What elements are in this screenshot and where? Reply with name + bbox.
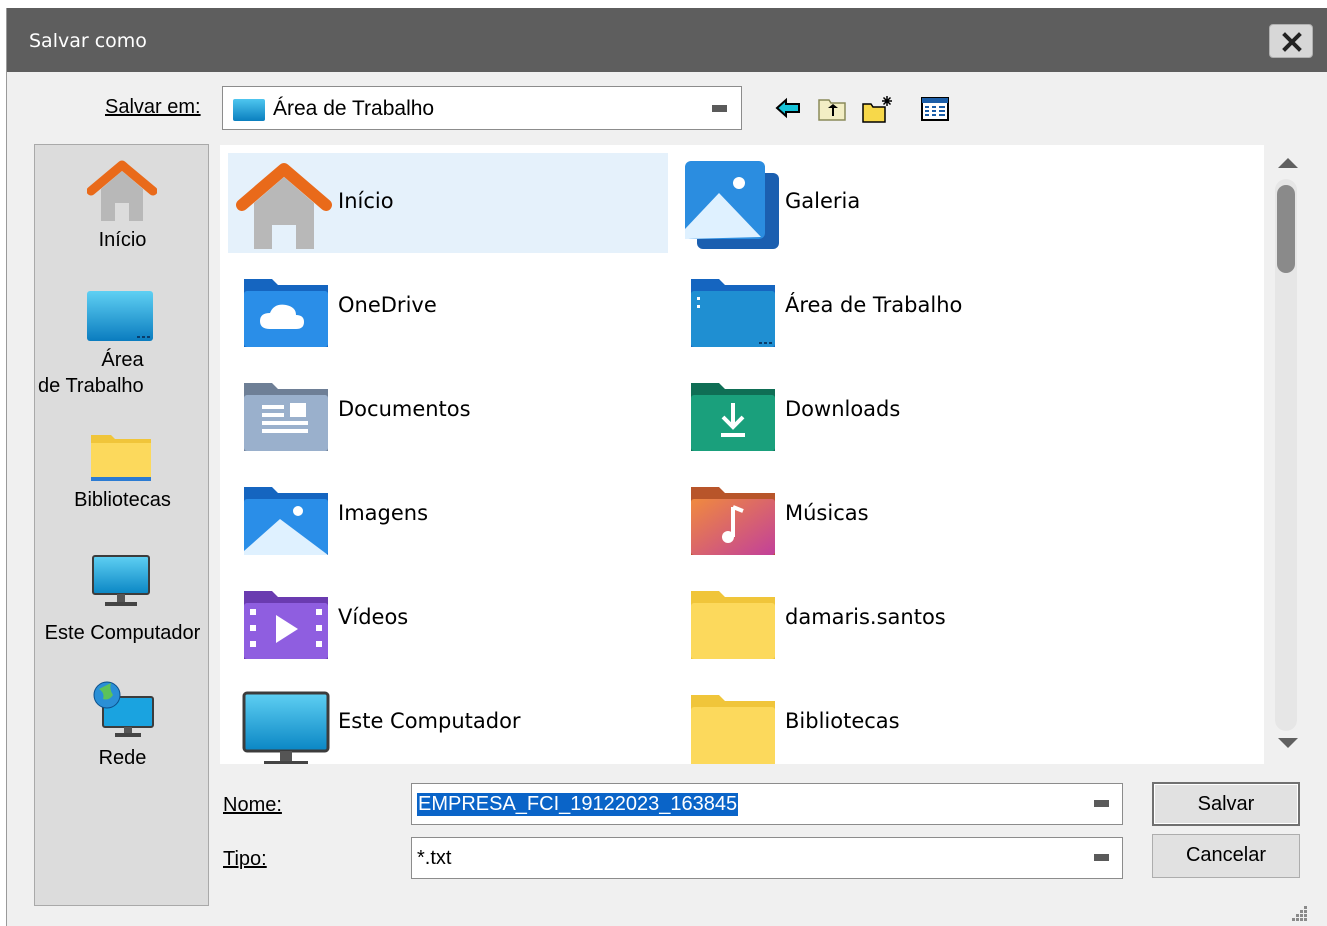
list-item[interactable]: Músicas xyxy=(675,465,1115,565)
scroll-thumb[interactable] xyxy=(1277,185,1295,273)
item-name: Documentos xyxy=(338,397,471,421)
list-item[interactable]: Downloads xyxy=(675,361,1115,461)
list-item[interactable]: Este Computador xyxy=(228,673,668,764)
type-label: Tipo: xyxy=(223,848,267,871)
item-name: OneDrive xyxy=(338,293,437,317)
location-dropdown[interactable]: Área de Trabalho xyxy=(222,86,742,130)
save-as-dialog: Salvar como Salvar em: Área de Trabalho xyxy=(6,8,1327,926)
places-bar: Início Área de Trabalho Bibliotecas Este… xyxy=(34,144,209,906)
place-libraries[interactable]: Bibliotecas xyxy=(35,427,210,527)
place-network[interactable]: Rede xyxy=(35,675,210,775)
up-folder-button[interactable] xyxy=(815,92,851,126)
save-in-label-text: Salvar em: xyxy=(105,96,201,118)
music-folder-icon xyxy=(691,487,775,555)
filetype-select[interactable]: *.txt xyxy=(411,837,1123,879)
onedrive-folder-icon xyxy=(244,279,328,347)
computer-icon xyxy=(242,691,330,764)
name-label: Nome: xyxy=(223,794,282,817)
item-name: Vídeos xyxy=(338,605,409,629)
folder-icon xyxy=(691,591,775,659)
list-item[interactable]: Imagens xyxy=(228,465,668,565)
cancel-button[interactable]: Cancelar xyxy=(1152,834,1300,878)
close-icon xyxy=(1282,32,1302,52)
place-desktop[interactable]: Área de Trabalho xyxy=(35,285,210,415)
chevron-down-icon[interactable] xyxy=(712,105,727,112)
file-list[interactable]: Início Galeria OneDrive Área de Trabalho… xyxy=(220,145,1264,764)
home-icon xyxy=(236,163,332,249)
desktop-icon xyxy=(233,99,265,121)
place-computer[interactable]: Este Computador xyxy=(35,550,210,660)
save-button[interactable]: Salvar xyxy=(1152,782,1300,826)
item-name: Este Computador xyxy=(338,709,521,733)
videos-folder-icon xyxy=(244,591,328,659)
item-name: Downloads xyxy=(785,397,901,421)
list-item[interactable]: Vídeos xyxy=(228,569,668,669)
list-item[interactable]: Início xyxy=(228,153,668,253)
new-folder-button[interactable] xyxy=(859,92,895,126)
list-item[interactable]: damaris.santos xyxy=(675,569,1115,669)
place-home-label: Início xyxy=(98,229,147,251)
place-computer-label: Este Computador xyxy=(44,622,201,644)
new-folder-icon xyxy=(862,96,892,123)
filename-input[interactable]: EMPRESA_FCI_19122023_163845 xyxy=(411,783,1123,825)
save-in-label: Salvar em: xyxy=(105,96,201,119)
computer-icon xyxy=(92,555,150,606)
item-name: damaris.santos xyxy=(785,605,946,629)
chevron-down-icon[interactable] xyxy=(1094,854,1109,861)
item-name: Bibliotecas xyxy=(785,709,900,733)
home-icon xyxy=(87,160,157,221)
name-label-text: Nome: xyxy=(223,794,282,816)
list-item[interactable]: Documentos xyxy=(228,361,668,461)
back-button[interactable] xyxy=(771,92,807,126)
gallery-icon xyxy=(685,161,779,249)
folder-up-icon xyxy=(818,99,846,121)
item-name: Galeria xyxy=(785,189,861,213)
view-menu-button[interactable] xyxy=(917,92,953,126)
downloads-folder-icon xyxy=(691,383,775,451)
item-name: Área de Trabalho xyxy=(785,293,963,317)
place-network-label: Rede xyxy=(98,747,147,769)
desktop-folder-icon xyxy=(691,279,775,347)
location-value: Área de Trabalho xyxy=(273,97,435,120)
place-desktop-label-line1: Área xyxy=(101,349,144,371)
title-bar[interactable]: Salvar como xyxy=(7,8,1327,72)
desktop-icon xyxy=(87,291,153,341)
resize-grip-icon[interactable] xyxy=(1289,903,1309,923)
list-item[interactable]: Área de Trabalho xyxy=(675,257,1115,357)
arrow-left-icon xyxy=(775,97,800,119)
filetype-value: *.txt xyxy=(417,847,452,869)
filename-value: EMPRESA_FCI_19122023_163845 xyxy=(417,793,739,816)
list-item[interactable]: Galeria xyxy=(675,153,1115,253)
list-item[interactable]: Bibliotecas xyxy=(675,673,1115,764)
libraries-icon xyxy=(91,435,151,481)
dialog-title: Salvar como xyxy=(29,30,147,52)
vertical-scrollbar[interactable] xyxy=(1269,145,1307,764)
item-name: Imagens xyxy=(338,501,429,525)
scroll-up-icon[interactable] xyxy=(1277,155,1299,169)
place-home[interactable]: Início xyxy=(35,155,210,265)
item-name: Início xyxy=(338,189,394,213)
view-menu-icon xyxy=(921,97,949,121)
type-label-text: Tipo: xyxy=(223,848,267,870)
folder-icon xyxy=(691,695,775,764)
place-libraries-label: Bibliotecas xyxy=(74,489,171,511)
scroll-down-icon[interactable] xyxy=(1277,737,1299,751)
list-item[interactable]: OneDrive xyxy=(228,257,668,357)
documents-folder-icon xyxy=(244,383,328,451)
chevron-down-icon[interactable] xyxy=(1094,800,1109,807)
pictures-folder-icon xyxy=(244,487,328,555)
item-name: Músicas xyxy=(785,501,869,525)
network-icon xyxy=(93,681,154,737)
close-button[interactable] xyxy=(1269,24,1313,58)
place-desktop-label-line2: de Trabalho xyxy=(38,375,144,397)
